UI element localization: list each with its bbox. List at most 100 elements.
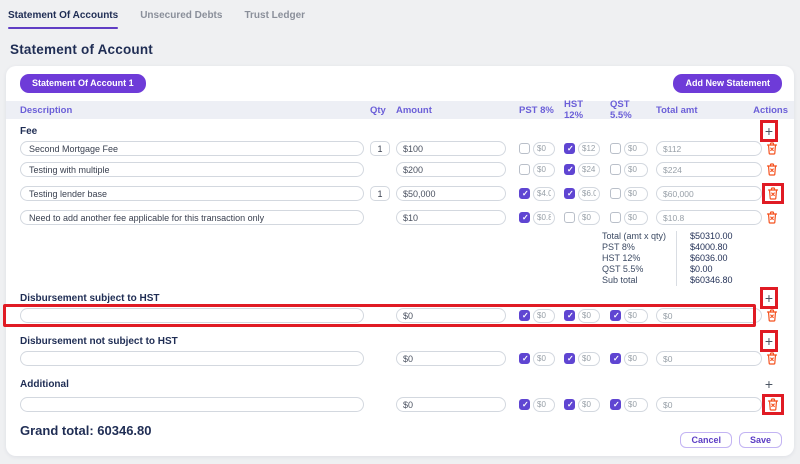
hst-input[interactable] <box>578 352 600 366</box>
hst-checkbox[interactable] <box>564 212 575 223</box>
table-row <box>6 308 794 323</box>
amount-input[interactable] <box>396 162 506 177</box>
table-row <box>6 351 794 366</box>
pst-input[interactable] <box>533 398 555 412</box>
save-button[interactable]: Save <box>739 432 782 448</box>
qst-input[interactable] <box>624 309 648 323</box>
tab-trust-ledger[interactable]: Trust Ledger <box>244 10 305 29</box>
amount-input[interactable] <box>396 308 506 323</box>
hst-checkbox[interactable] <box>564 143 575 154</box>
table-row <box>6 394 794 415</box>
total-amt-input[interactable] <box>656 210 762 225</box>
delete-row-icon[interactable] <box>766 352 778 365</box>
hst-checkbox[interactable] <box>564 164 575 175</box>
description-input[interactable] <box>20 162 364 177</box>
section-fee-label: Fee <box>20 126 37 137</box>
description-input[interactable] <box>20 141 364 156</box>
hst-input[interactable] <box>578 187 600 201</box>
hst-checkbox[interactable] <box>564 310 575 321</box>
delete-row-icon[interactable] <box>766 211 778 224</box>
tab-statement-of-accounts[interactable]: Statement Of Accounts <box>8 10 118 29</box>
summary-value: $4000.80 <box>690 242 756 253</box>
summary-value: $0.00 <box>690 264 756 275</box>
description-input[interactable] <box>20 351 364 366</box>
tab-label: Statement Of Accounts <box>8 10 118 21</box>
qst-input[interactable] <box>624 211 648 225</box>
total-amt-input[interactable] <box>656 141 762 156</box>
total-amt-input[interactable] <box>656 397 762 412</box>
pst-input[interactable] <box>533 187 555 201</box>
delete-row-icon[interactable] <box>767 187 779 200</box>
description-input[interactable] <box>20 186 364 201</box>
hst-input[interactable] <box>578 142 600 156</box>
pst-input[interactable] <box>533 309 555 323</box>
delete-row-icon[interactable] <box>767 398 779 411</box>
pst-input[interactable] <box>533 211 555 225</box>
pst-checkbox[interactable] <box>519 164 530 175</box>
add-row-icon[interactable]: + <box>765 334 773 348</box>
qst-checkbox[interactable] <box>610 310 621 321</box>
hst-checkbox[interactable] <box>564 399 575 410</box>
add-row-icon[interactable]: + <box>765 291 773 305</box>
total-amt-input[interactable] <box>656 351 762 366</box>
tab-unsecured-debts[interactable]: Unsecured Debts <box>140 10 222 29</box>
hst-input[interactable] <box>578 309 600 323</box>
qst-input[interactable] <box>624 352 648 366</box>
header-description: Description <box>20 105 364 116</box>
hst-input[interactable] <box>578 163 600 177</box>
description-input[interactable] <box>20 397 364 412</box>
pst-checkbox[interactable] <box>519 399 530 410</box>
qty-input[interactable] <box>370 186 390 201</box>
qst-checkbox[interactable] <box>610 212 621 223</box>
hst-input[interactable] <box>578 398 600 412</box>
delete-row-icon[interactable] <box>766 142 778 155</box>
pst-input[interactable] <box>533 142 555 156</box>
total-amt-input[interactable] <box>656 186 762 201</box>
pst-checkbox[interactable] <box>519 310 530 321</box>
hst-input[interactable] <box>578 211 600 225</box>
add-row-icon[interactable]: + <box>765 124 773 138</box>
amount-input[interactable] <box>396 351 506 366</box>
pst-checkbox[interactable] <box>519 353 530 364</box>
tab-label: Trust Ledger <box>244 10 305 21</box>
qst-checkbox[interactable] <box>610 143 621 154</box>
amount-input[interactable] <box>396 397 506 412</box>
pst-checkbox[interactable] <box>519 143 530 154</box>
pst-checkbox[interactable] <box>519 188 530 199</box>
highlight-box <box>762 394 784 415</box>
cancel-button[interactable]: Cancel <box>680 432 732 448</box>
section-disbursement-not-subject-hst: Disbursement not subject to HST + <box>6 331 794 351</box>
add-row-icon[interactable]: + <box>765 377 773 391</box>
hst-checkbox[interactable] <box>564 353 575 364</box>
statement-of-account-1-button[interactable]: Statement Of Account 1 <box>20 74 146 93</box>
amount-input[interactable] <box>396 210 506 225</box>
summary-label: Sub total <box>602 275 676 286</box>
delete-row-icon[interactable] <box>766 163 778 176</box>
pst-input[interactable] <box>533 352 555 366</box>
add-new-statement-button[interactable]: Add New Statement <box>673 74 782 93</box>
amount-input[interactable] <box>396 186 506 201</box>
qst-input[interactable] <box>624 398 648 412</box>
description-input[interactable] <box>20 210 364 225</box>
description-input[interactable] <box>20 308 364 323</box>
section-fee: Fee + <box>6 121 794 141</box>
highlight-box: + <box>760 330 778 352</box>
summary-label: HST 12% <box>602 253 676 264</box>
qst-input[interactable] <box>624 187 648 201</box>
delete-row-icon[interactable] <box>766 309 778 322</box>
qst-checkbox[interactable] <box>610 353 621 364</box>
hst-checkbox[interactable] <box>564 188 575 199</box>
qst-checkbox[interactable] <box>610 188 621 199</box>
total-amt-input[interactable] <box>656 308 762 323</box>
qst-input[interactable] <box>624 142 648 156</box>
qst-checkbox[interactable] <box>610 399 621 410</box>
pst-checkbox[interactable] <box>519 212 530 223</box>
fee-summary: Total (amt x qty) PST 8% HST 12% QST 5.5… <box>602 231 756 286</box>
amount-input[interactable] <box>396 141 506 156</box>
qst-input[interactable] <box>624 163 648 177</box>
qty-input[interactable] <box>370 141 390 156</box>
pst-input[interactable] <box>533 163 555 177</box>
total-amt-input[interactable] <box>656 162 762 177</box>
page-title: Statement of Account <box>10 42 800 57</box>
qst-checkbox[interactable] <box>610 164 621 175</box>
